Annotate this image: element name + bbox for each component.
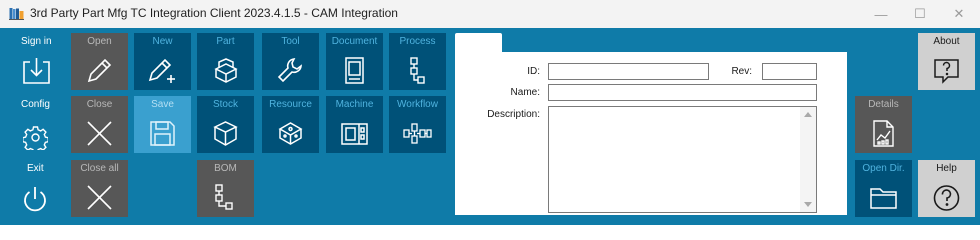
rev-label: Rev: [731,66,752,77]
name-label: Name: [510,87,540,98]
stock-button[interactable]: Stock [197,96,254,153]
floppy-disk-icon [150,121,175,146]
pencil-icon [87,58,112,83]
config-label: Config [21,99,50,110]
open-dir-label: Open Dir. [862,163,905,174]
open-dir-button[interactable]: Open Dir. [855,160,912,217]
close-window-button[interactable]: ✕ [936,0,980,28]
wrench-icon [277,58,302,83]
open-button[interactable]: Open [71,33,128,90]
name-field[interactable] [548,84,817,101]
document-icon [345,57,364,84]
scroll-down-arrow-icon[interactable] [804,202,812,207]
close-label: Close [86,99,113,110]
process-button[interactable]: Process [389,33,446,90]
document-label: Document [331,36,378,47]
sign-in-icon [23,58,50,84]
details-button[interactable]: Details [855,96,912,153]
config-button[interactable]: Config [10,96,67,153]
resource-box-icon [278,122,303,145]
machine-button[interactable]: Machine [326,96,383,153]
resource-label: Resource [269,99,312,110]
chart-report-icon [873,120,894,147]
bom-tree-icon [215,184,233,210]
exit-label: Exit [27,163,44,174]
machine-icon [341,123,368,145]
app-books-icon [9,8,24,20]
sign-in-label: Sign in [21,36,52,47]
gear-icon [23,126,48,150]
tool-label: Tool [281,36,300,47]
id-field[interactable] [548,63,709,80]
machine-label: Machine [335,99,374,110]
help-label: Help [936,163,957,174]
process-tree-icon [410,57,425,84]
question-speech-icon [934,59,959,84]
close-all-button[interactable]: Close all [71,160,128,217]
about-label: About [933,36,960,47]
workflow-icon [403,123,432,144]
description-label: Description: [487,109,540,120]
bom-label: BOM [214,163,237,174]
new-button[interactable]: New [134,33,191,90]
bom-button[interactable]: BOM [197,160,254,217]
part-button[interactable]: Part [197,33,254,90]
question-circle-icon [933,185,960,211]
description-scrollbar[interactable] [800,107,816,212]
close-all-label: Close all [80,163,119,174]
folder-icon [870,188,897,209]
details-label: Details [868,99,899,110]
stock-label: Stock [212,99,238,110]
exit-button[interactable]: Exit [10,160,67,217]
part-label: Part [216,36,235,47]
close-all-x-icon [87,185,112,210]
sign-in-button[interactable]: Sign in [10,33,67,90]
rev-field[interactable] [762,63,817,80]
workflow-label: Workflow [397,99,438,110]
title-bar: 3rd Party Part Mfg TC Integration Client… [0,0,980,28]
close-x-icon [87,121,112,146]
about-button[interactable]: About [918,33,975,90]
document-button[interactable]: Document [326,33,383,90]
close-button[interactable]: Close [71,96,128,153]
id-label: ID: [527,66,540,77]
new-label: New [152,36,173,47]
details-tab[interactable] [455,33,502,53]
tool-button[interactable]: Tool [262,33,319,90]
power-icon [24,187,46,212]
process-label: Process [399,36,436,47]
help-button[interactable]: Help [918,160,975,217]
save-label: Save [151,99,174,110]
open-label: Open [87,36,112,47]
part-block-icon [214,58,238,83]
scroll-up-arrow-icon[interactable] [804,112,812,117]
cube-icon [213,121,238,146]
description-field[interactable] [548,106,817,213]
window-title: 3rd Party Part Mfg TC Integration Client… [30,6,398,20]
save-button[interactable]: Save [134,96,191,153]
workflow-button[interactable]: Workflow [389,96,446,153]
pencil-plus-icon [148,58,175,83]
resource-button[interactable]: Resource [262,96,319,153]
